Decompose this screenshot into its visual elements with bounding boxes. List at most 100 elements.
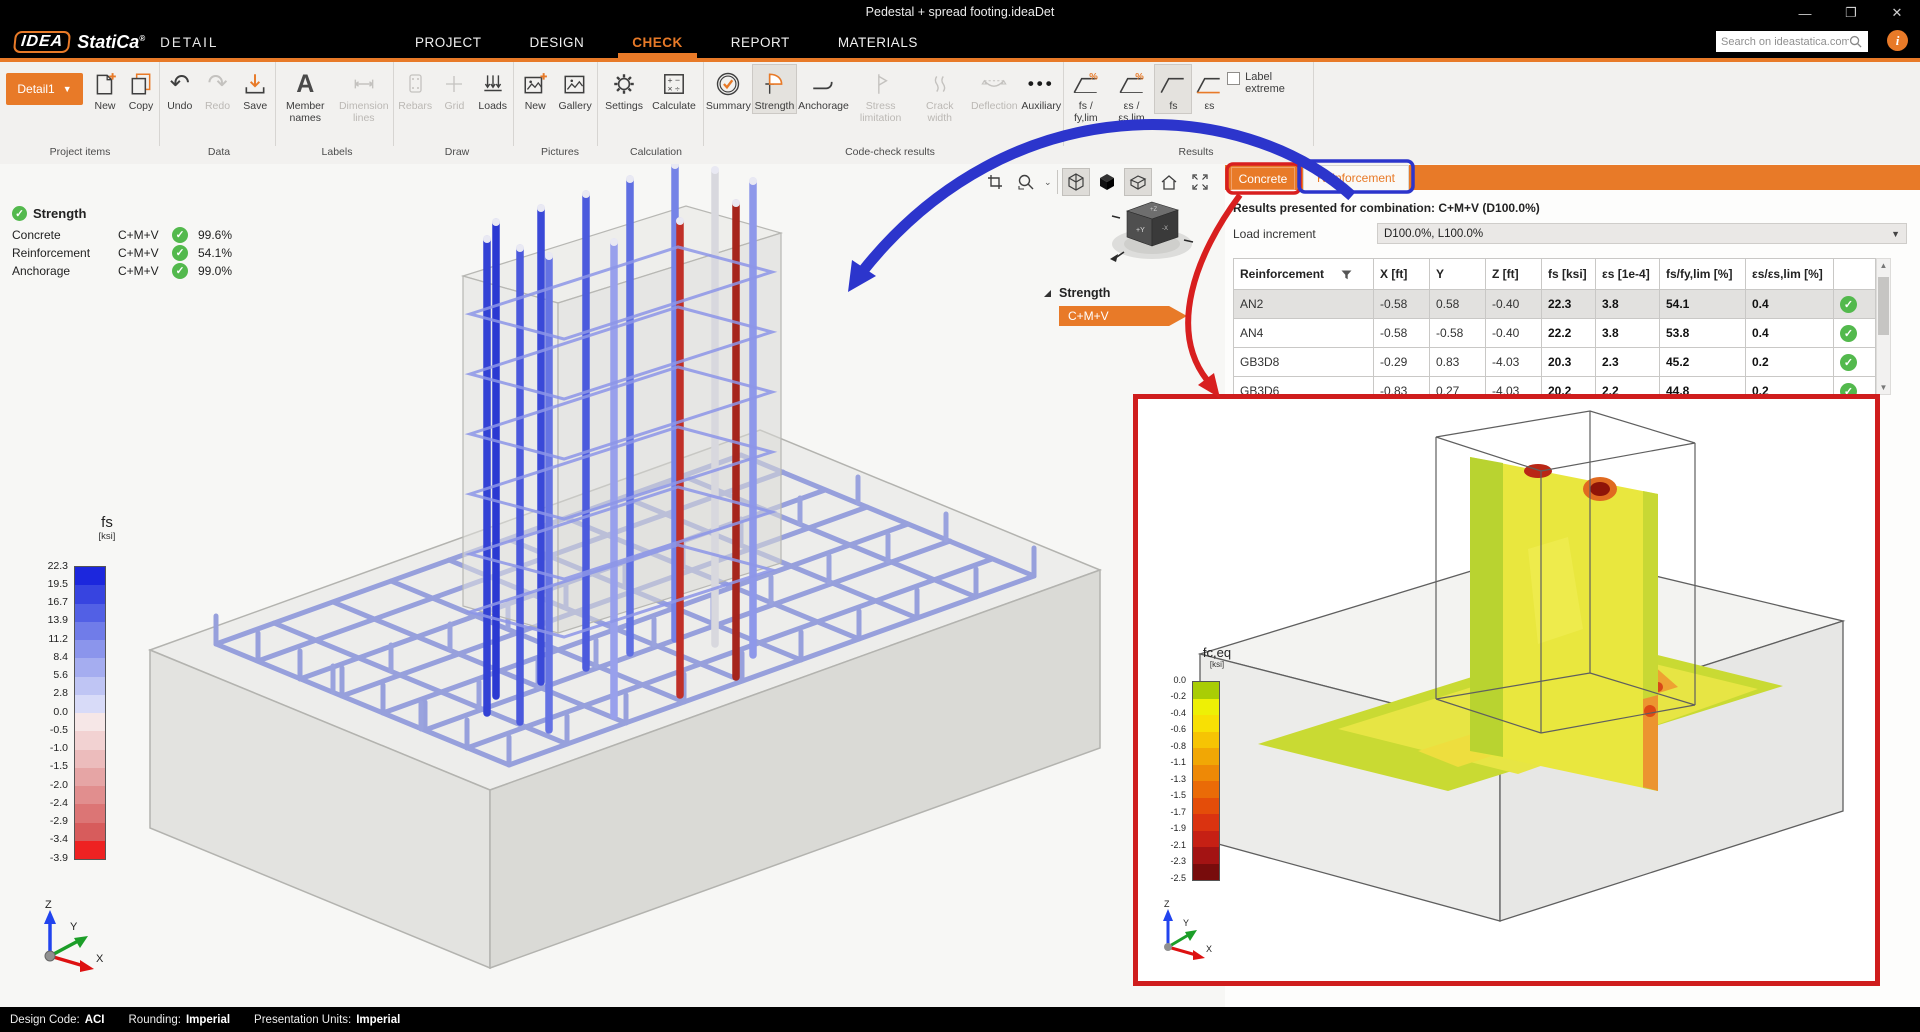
combination-flag[interactable]: C+M+V (1059, 306, 1187, 326)
summary-button[interactable]: Summary (704, 65, 753, 113)
es-button[interactable]: εs (1191, 65, 1227, 113)
tab-reinforcement[interactable]: Reinforcement (1303, 165, 1409, 190)
checkbox-icon[interactable] (1227, 72, 1240, 85)
settings-button[interactable]: Settings (603, 65, 645, 113)
detail-selector[interactable]: Detail1▼ (6, 73, 83, 105)
scale-tick: -1.5 (34, 760, 68, 772)
window-controls: — ❐ ✕ (1782, 0, 1920, 26)
group-code-check-results: Summary Strength Anchorage Stress limita… (704, 62, 1064, 146)
undo-icon: ↶ (170, 67, 190, 101)
loads-button[interactable]: Loads (475, 65, 511, 113)
table-scrollbar[interactable]: ▲ ▼ (1876, 258, 1891, 395)
member-names-button[interactable]: AMember names (276, 65, 335, 125)
chevron-down-icon[interactable]: ⌄ (1044, 177, 1052, 188)
scale-tick: 8.4 (34, 651, 68, 663)
gallery-button[interactable]: Gallery (556, 65, 593, 113)
load-increment-dropdown[interactable]: D100.0%, L100.0% ▼ (1377, 223, 1907, 244)
group-label: Calculation (603, 146, 710, 164)
table-row[interactable]: AN2-0.580.58-0.4022.33.854.10.4✓ (1234, 290, 1876, 319)
column-header[interactable]: fs [ksi] (1542, 259, 1596, 290)
results-tree-item[interactable]: Strength (1043, 286, 1187, 300)
new-item-button[interactable]: New (87, 65, 123, 113)
zoom-button[interactable] (1013, 169, 1039, 195)
scroll-up-icon[interactable]: ▲ (1877, 261, 1890, 270)
new-document-icon (92, 67, 118, 101)
menu-check[interactable]: CHECK (632, 35, 683, 50)
menu-report[interactable]: REPORT (731, 35, 790, 50)
column-header[interactable]: Z [ft] (1486, 259, 1542, 290)
scrollbar-thumb[interactable] (1878, 277, 1889, 335)
3d-viewport[interactable] (0, 164, 1225, 1007)
search-input[interactable] (1721, 36, 1849, 48)
summary-row-concrete: Concrete C+M+V ✓ 99.6% (12, 226, 246, 244)
solid-view-button[interactable] (1094, 169, 1120, 195)
svg-text:X: X (1206, 944, 1212, 954)
tab-concrete[interactable]: Concrete (1231, 167, 1295, 190)
crack-icon (927, 67, 953, 101)
idea-logo-mark: IDEA (13, 31, 72, 53)
save-button[interactable]: Save (237, 65, 273, 113)
home-view-button[interactable] (1156, 169, 1182, 195)
stress-limitation-button: Stress limitation (851, 65, 911, 125)
calculate-button[interactable]: + −× ÷Calculate (650, 65, 698, 113)
menu-design[interactable]: DESIGN (530, 35, 585, 50)
summary-row-reinforcement: Reinforcement C+M+V ✓ 54.1% (12, 244, 246, 262)
es-eslim-button[interactable]: %εs / εs,lim (1108, 65, 1156, 125)
scale-tick: -2.1 (1152, 840, 1186, 850)
scale-tick: -0.5 (34, 724, 68, 736)
statica-logo-text: StatiCa® (77, 32, 145, 53)
copy-button[interactable]: Copy (123, 65, 159, 113)
strain-ratio-icon: % (1117, 67, 1147, 101)
scale-unit: [ksi] (1182, 660, 1252, 669)
window-title: Pedestal + spread footing.ideaDet (0, 5, 1920, 19)
label-extreme-toggle[interactable]: Label extreme (1227, 65, 1313, 95)
fs-button[interactable]: fs (1155, 65, 1191, 113)
copy-icon (128, 67, 154, 101)
column-header[interactable]: Y (1430, 259, 1486, 290)
fit-view-button[interactable] (1187, 169, 1213, 195)
grid-button: Grid (436, 65, 472, 113)
check-icon: ✓ (172, 245, 188, 261)
section-view-button[interactable] (1125, 169, 1151, 195)
new-picture-button[interactable]: New (517, 65, 553, 113)
chevron-down-icon: ▼ (1891, 229, 1900, 239)
column-header[interactable]: εs/εs,lim [%] (1746, 259, 1834, 290)
auxiliary-button[interactable]: •••Auxiliary (1020, 65, 1063, 113)
info-icon[interactable]: i (1887, 30, 1908, 51)
scale-tick: -1.5 (1152, 790, 1186, 800)
view-toolbar: ⌄ (982, 168, 1213, 196)
column-header[interactable]: Reinforcement (1234, 259, 1374, 290)
section-cube-icon (1128, 172, 1148, 192)
column-header[interactable]: εs [1e-4] (1596, 259, 1660, 290)
menu-materials[interactable]: MATERIALS (838, 35, 918, 50)
group-project-items: Detail1▼ New Copy (0, 62, 160, 146)
search-icon (1849, 35, 1862, 48)
column-header[interactable] (1834, 259, 1876, 290)
fs-fylim-button[interactable]: %fs / fy,lim (1064, 65, 1108, 125)
svg-text:Z: Z (1164, 899, 1170, 909)
close-button[interactable]: ✕ (1874, 0, 1920, 26)
column-header[interactable]: fs/fy,lim [%] (1660, 259, 1746, 290)
scale-title: fc,eq (1182, 645, 1252, 660)
combination-line: Results presented for combination: C+M+V… (1233, 201, 1540, 215)
table-row[interactable]: GB3D8-0.290.83-4.0320.32.345.20.2✓ (1234, 348, 1876, 377)
wireframe-cube-icon (1066, 172, 1086, 192)
scroll-down-icon[interactable]: ▼ (1877, 383, 1890, 392)
navigation-cube[interactable]: +Y -X +Z (1106, 196, 1198, 264)
zoom-window-button[interactable] (982, 169, 1008, 195)
anchorage-button[interactable]: Anchorage (796, 65, 851, 113)
strength-button[interactable]: Strength (753, 65, 797, 113)
undo-button[interactable]: ↶Undo (162, 65, 198, 113)
group-label: Labels (278, 146, 397, 164)
wireframe-view-button[interactable] (1063, 169, 1089, 195)
menu-project[interactable]: PROJECT (415, 35, 482, 50)
strength-icon (761, 67, 787, 101)
deflection-icon (980, 67, 1008, 101)
scale-unit: [ksi] (68, 531, 146, 542)
column-header[interactable]: X [ft] (1374, 259, 1430, 290)
table-row[interactable]: AN4-0.58-0.58-0.4022.23.853.80.4✓ (1234, 319, 1876, 348)
minimize-button[interactable]: — (1782, 0, 1828, 26)
search-box[interactable] (1716, 31, 1868, 52)
maximize-button[interactable]: ❐ (1828, 0, 1874, 26)
ellipsis-icon: ••• (1028, 67, 1055, 101)
